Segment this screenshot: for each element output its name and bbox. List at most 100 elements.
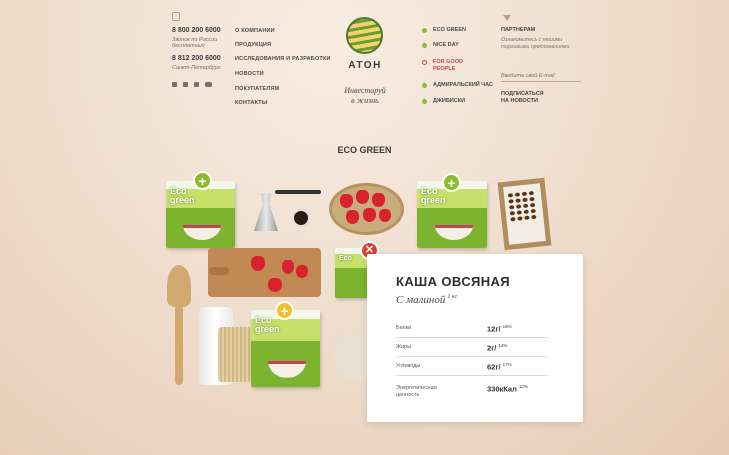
strawberry-image [268,278,282,292]
nutrient-percent: 17% [502,362,512,367]
brand-label-line-1: For good [433,59,463,65]
nutrient-percent: 14% [498,343,508,348]
nutrient-row: Углеводы 62г/17% [396,358,548,376]
strawberry-image [282,260,294,274]
partners-link[interactable]: Партнерам [501,27,535,34]
strawberry-image [251,256,265,271]
add-product-icon[interactable]: + [275,301,294,320]
brand-for-good-people[interactable]: For good people [422,59,463,73]
add-product-icon[interactable]: + [442,173,461,192]
bowl-image [434,225,473,240]
subscribe-line-2: на новости [501,98,538,104]
add-product-icon[interactable]: + [193,171,212,190]
coffee-beans-frame-image [497,177,552,251]
twitter-icon[interactable] [183,82,188,87]
product-box-label: Eco green [421,187,446,205]
strawberry-image [346,210,359,224]
product-box-label-line-2: green [255,324,280,334]
coffee-beans [503,183,544,229]
nutrient-amount: 62г/ [487,362,501,372]
cup-sleeve-image [218,327,252,382]
brand-label: Джибиски [433,98,466,104]
partners-note-line-2: торговыми предложениями [501,44,570,50]
strawberry-image [379,209,391,222]
nutrient-amount: 330кКал [487,384,517,394]
nutrient-percent: 12% [518,384,528,389]
nutrient-amount: 2г/ [487,343,497,353]
strawberry-image [372,193,385,207]
strawberry-image [340,194,353,208]
email-input[interactable]: Введите свой E-mail [501,73,581,82]
product-box-label: Eco green [170,187,195,205]
logo-title: АТОН [348,60,382,71]
product-box[interactable]: Eco green [251,310,320,387]
strawberry-image [356,190,369,204]
nutrient-name: Энергетическая ценность [396,385,437,399]
nutrient-row: Белки 12г/18% [396,320,548,338]
brand-dot-icon [422,43,427,48]
strawberry-image [363,208,376,222]
partners-note-line-1: Ознакомьтесь с нашими [501,37,563,43]
brand-admiralsky-chas[interactable]: Адмиральский час [422,82,493,89]
bowl-image [183,225,222,240]
phone-icon [172,12,180,21]
product-box-label: Eco [339,254,352,263]
brand-label: Eco Green [433,27,467,33]
slogan-line-1: Инвестируй [344,86,386,95]
menu-item-products[interactable]: Продукция [235,42,271,48]
brand-label: Nice Day [433,42,459,48]
nutrient-row: Энергетическая ценность 330кКал 12% [396,380,548,404]
nutrient-row: Жиры 2г/14% [396,339,548,357]
bowl-image [268,360,307,378]
partners-note: Ознакомьтесь с нашими торговыми предложе… [501,37,581,51]
section-title: ECO GREEN [337,145,392,155]
nutrient-value: 2г/14% [487,343,507,353]
wooden-spoon-handle [175,305,183,385]
subscribe-link[interactable]: Подписаться на новости [501,91,544,105]
nutrient-name-line-2: ценность [396,392,420,398]
brand-label: Адмиральский час [433,82,493,88]
cezve-image [254,193,278,231]
nutrient-value: 12г/18% [487,324,512,334]
product-title: КАША ОВСЯНАЯ [396,274,511,289]
brand-dot-icon [422,60,427,65]
coffee-cup-image [291,208,311,228]
subscribe-line-1: Подписаться [501,91,544,97]
brand-dzhibiski[interactable]: Джибиски [422,98,465,105]
social-links [172,82,212,87]
product-box-label-line-2: green [170,195,195,205]
slogan: Инвестируй в жизнь [330,86,400,106]
board-handle [209,267,229,275]
brand-nice-day[interactable]: Nice Day [422,42,459,49]
nutrient-name: Белки [396,325,412,331]
partner-icon [503,15,511,21]
phone-free[interactable]: 8 800 200 6000 [172,27,221,34]
product-box-label-line-1: Eco [339,255,352,262]
menu-item-research[interactable]: Исследования и разработки [235,56,331,62]
nutrient-percent: 18% [502,324,512,329]
wooden-spoon-image [167,265,191,307]
product-box-label-line-2: green [421,195,446,205]
menu-item-company[interactable]: О компании [235,28,275,34]
brand-label-line-2: people [433,66,456,72]
brand-dot-icon [422,28,427,33]
nutrient-value: 62г/17% [487,362,512,372]
brand-eco-green[interactable]: Eco Green [422,27,466,34]
product-subtitle: С малиной 1 кг [396,294,457,306]
slogan-line-2: в жизнь [351,96,379,105]
product-flavor: С малиной [396,294,446,306]
product-weight: 1 кг [447,294,458,301]
phone-spb[interactable]: 8 812 200 6000 [172,55,221,62]
nutrient-amount: 12г/ [487,324,501,334]
menu-item-customers[interactable]: Покупателям [235,86,279,92]
brand-dot-icon [422,99,427,104]
facebook-icon[interactable] [194,82,199,87]
product-box[interactable]: Eco green [166,181,235,248]
youtube-icon[interactable] [205,82,212,87]
aton-logo[interactable] [346,17,383,54]
phone-spb-note: Санкт-Петербург [172,65,221,71]
menu-item-news[interactable]: Новости [235,71,264,77]
vk-icon[interactable] [172,82,177,87]
nutrient-value: 330кКал 12% [487,384,528,394]
menu-item-contacts[interactable]: Контакты [235,100,267,106]
